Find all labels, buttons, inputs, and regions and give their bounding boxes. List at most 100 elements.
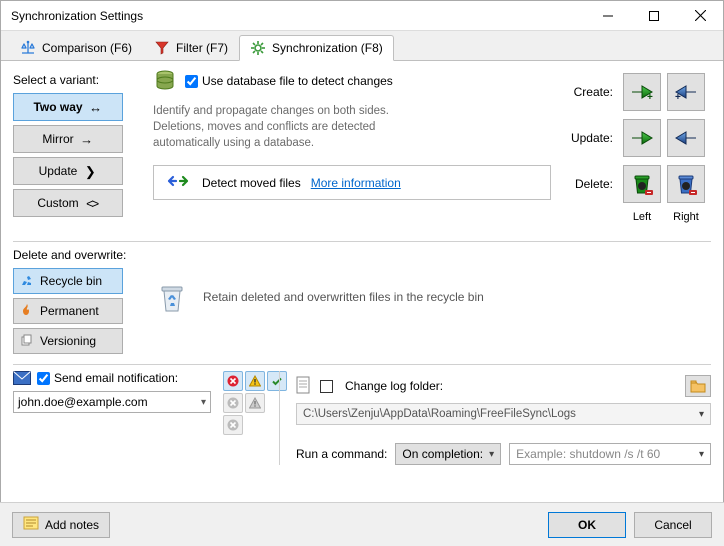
detect-moved-files-box: Detect moved files More information: [153, 165, 551, 200]
footer-bar: Add notes OK Cancel: [0, 502, 724, 546]
chevron-right-icon: ❯: [83, 165, 97, 178]
envelope-icon: [13, 371, 31, 385]
delete-overwrite-description: Retain deleted and overwritten files in …: [203, 290, 484, 304]
email-address-value: john.doe@example.com: [18, 395, 148, 409]
database-icon: [153, 69, 177, 93]
middle-column: Use database file to detect changes Iden…: [133, 69, 565, 231]
browse-folder-button[interactable]: [685, 375, 711, 397]
variant-update[interactable]: Update ❯: [13, 157, 123, 185]
delete-row-label: Delete:: [571, 165, 617, 203]
log-folder-path[interactable]: C:\Users\Zenju\AppData\Roaming\FreeFileS…: [296, 403, 711, 425]
funnel-icon: [154, 40, 170, 56]
status-warning-toggle[interactable]: [245, 371, 265, 391]
status-warning-disabled[interactable]: [245, 393, 265, 413]
more-information-link[interactable]: More information: [311, 176, 401, 190]
variant-label: Update: [39, 164, 78, 178]
status-error-toggle[interactable]: [223, 371, 243, 391]
chevron-down-icon: ▾: [489, 449, 494, 460]
email-address-combo[interactable]: john.doe@example.com ▾: [13, 391, 211, 413]
scale-icon: [20, 40, 36, 56]
svg-text:+: +: [647, 92, 653, 103]
create-row-label: Create:: [571, 73, 617, 111]
main-panel: Select a variant: Two way ↔ Mirror → Upd…: [1, 61, 723, 465]
email-status-grid: [223, 371, 287, 435]
gear-sync-icon: [250, 40, 266, 56]
email-block: Send email notification: john.doe@exampl…: [13, 371, 263, 465]
option-label: Recycle bin: [40, 274, 102, 288]
right-column-caption: Right: [667, 211, 705, 223]
window-title: Synchronization Settings: [11, 9, 585, 23]
variant-label: Two way: [33, 100, 82, 114]
update-left-button[interactable]: [623, 119, 661, 157]
title-bar: Synchronization Settings: [1, 1, 723, 31]
direction-grid: Create: + + Update: Delete:: [565, 65, 711, 231]
angle-brackets-icon: <>: [85, 197, 99, 210]
svg-text:+: +: [675, 92, 681, 103]
left-column-caption: Left: [623, 211, 661, 223]
variant-label: Mirror: [42, 132, 73, 146]
chevron-down-icon: ▾: [201, 397, 206, 408]
tab-bar: Comparison (F6) Filter (F7) Synchronizat…: [1, 31, 723, 61]
option-label: Permanent: [40, 304, 99, 318]
permanent-option[interactable]: Permanent: [13, 298, 123, 324]
delete-left-button[interactable]: [623, 165, 661, 203]
log-file-icon: [296, 376, 312, 397]
delete-overwrite-list: Recycle bin Permanent Versioning: [13, 268, 133, 354]
update-right-button[interactable]: [667, 119, 705, 157]
status-error-disabled-2[interactable]: [223, 415, 243, 435]
create-left-button[interactable]: +: [623, 73, 661, 111]
variant-mirror[interactable]: Mirror →: [13, 125, 123, 153]
ok-label: OK: [578, 518, 596, 532]
log-folder-path-value: C:\Users\Zenju\AppData\Roaming\FreeFileS…: [303, 408, 576, 420]
send-email-checkbox-input[interactable]: [37, 372, 50, 385]
run-command-placeholder: Example: shutdown /s /t 60: [516, 447, 660, 461]
variant-custom[interactable]: Custom <>: [13, 189, 123, 217]
detect-moved-files-label: Detect moved files: [202, 176, 301, 190]
database-description: Identify and propagate changes on both s…: [153, 103, 413, 151]
delete-overwrite-heading: Delete and overwrite:: [13, 248, 711, 262]
delete-right-button[interactable]: [667, 165, 705, 203]
send-email-checkbox[interactable]: Send email notification:: [37, 371, 178, 385]
send-email-label: Send email notification:: [54, 371, 178, 385]
versioning-option[interactable]: Versioning: [13, 328, 123, 354]
add-notes-label: Add notes: [45, 518, 99, 532]
tab-label: Comparison (F6): [42, 41, 132, 55]
chevron-down-icon: ▾: [699, 409, 704, 420]
change-log-folder-label: Change log folder:: [345, 379, 443, 393]
flame-icon: [20, 303, 34, 320]
tab-label: Synchronization (F8): [272, 41, 383, 55]
versioning-icon: [20, 333, 34, 350]
maximize-button[interactable]: [631, 1, 677, 31]
update-row-label: Update:: [571, 119, 617, 157]
recycle-bin-big-icon: [157, 280, 187, 314]
minimize-button[interactable]: [585, 1, 631, 31]
right-arrow-icon: →: [80, 133, 94, 146]
ok-button[interactable]: OK: [548, 512, 626, 538]
use-database-checkbox[interactable]: Use database file to detect changes: [185, 74, 393, 88]
recycle-bin-option[interactable]: Recycle bin: [13, 268, 123, 294]
notes-icon: [23, 516, 39, 533]
variant-group: Select a variant: Two way ↔ Mirror → Upd…: [13, 69, 133, 231]
recycle-icon: [20, 273, 34, 290]
use-database-label: Use database file to detect changes: [202, 74, 393, 88]
tab-comparison[interactable]: Comparison (F6): [9, 35, 143, 61]
cancel-button[interactable]: Cancel: [634, 512, 712, 538]
cancel-label: Cancel: [654, 518, 691, 532]
tab-filter[interactable]: Filter (F7): [143, 35, 239, 61]
add-notes-button[interactable]: Add notes: [12, 512, 110, 538]
close-button[interactable]: [677, 1, 723, 31]
run-command-input[interactable]: Example: shutdown /s /t 60 ▾: [509, 443, 711, 465]
status-error-disabled[interactable]: [223, 393, 243, 413]
moved-files-arrows-icon: [164, 174, 192, 191]
two-way-arrow-icon: ↔: [89, 101, 103, 114]
variant-label: Custom: [37, 196, 78, 210]
use-database-checkbox-input[interactable]: [185, 75, 198, 88]
tab-synchronization[interactable]: Synchronization (F8): [239, 35, 394, 61]
delete-overwrite-description-row: Retain deleted and overwritten files in …: [157, 268, 484, 314]
variant-two-way[interactable]: Two way ↔: [13, 93, 123, 121]
create-right-button[interactable]: +: [667, 73, 705, 111]
variant-heading: Select a variant:: [13, 73, 133, 87]
run-command-when-combo[interactable]: On completion: ▾: [395, 443, 501, 465]
run-command-when-value: On completion:: [402, 447, 483, 461]
change-log-folder-checkbox[interactable]: [320, 380, 333, 393]
